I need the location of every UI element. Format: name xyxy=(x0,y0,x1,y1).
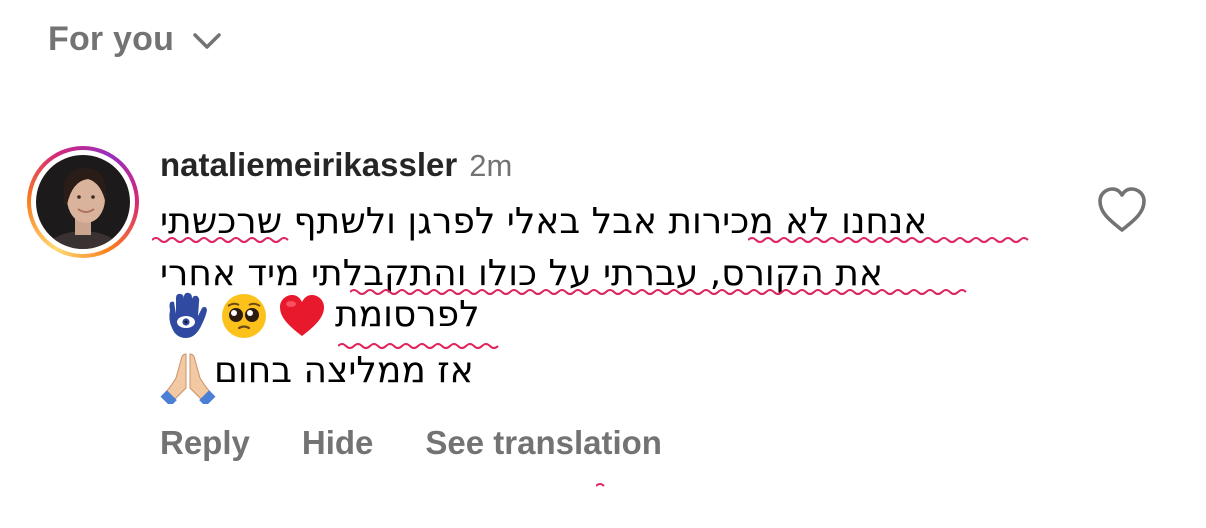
see-translation-button[interactable]: See translation xyxy=(425,424,662,462)
reply-button[interactable]: Reply xyxy=(160,424,250,462)
comment-timestamp: 2m xyxy=(469,148,513,183)
comments-screen: For you nataliemeirikassler 2m אנחנו לא xyxy=(0,0,1206,528)
spellcheck-underline xyxy=(748,237,1029,243)
hamsa-icon xyxy=(169,292,207,338)
avatar[interactable] xyxy=(27,146,139,258)
chevron-down-icon xyxy=(193,32,221,49)
comment-text: אנחנו לא מכירות אבל באלי לפרגן ולשתף שרכ… xyxy=(160,196,1040,300)
comment-actions: Reply Hide See translation xyxy=(160,424,662,462)
comment-line-4: אז ממליצה בחום xyxy=(214,350,474,391)
sort-selector[interactable]: For you xyxy=(48,20,222,59)
emoji-group xyxy=(160,290,328,342)
comment-header: nataliemeirikassler 2m xyxy=(160,146,1060,184)
comment-line-3: לפרסומת xyxy=(335,294,480,335)
sort-label: For you xyxy=(48,20,175,58)
profile-photo-icon xyxy=(36,155,130,249)
comment-username[interactable]: nataliemeirikassler xyxy=(160,146,457,184)
red-heart-icon xyxy=(280,295,324,336)
heart-outline-icon[interactable] xyxy=(1096,186,1148,234)
spellcheck-underline xyxy=(338,343,499,349)
spellcheck-underline xyxy=(596,483,605,487)
pleading-face-icon xyxy=(222,294,266,338)
spellcheck-underline xyxy=(152,237,289,243)
hide-button[interactable]: Hide xyxy=(302,424,374,462)
folded-hands-icon xyxy=(160,353,216,404)
